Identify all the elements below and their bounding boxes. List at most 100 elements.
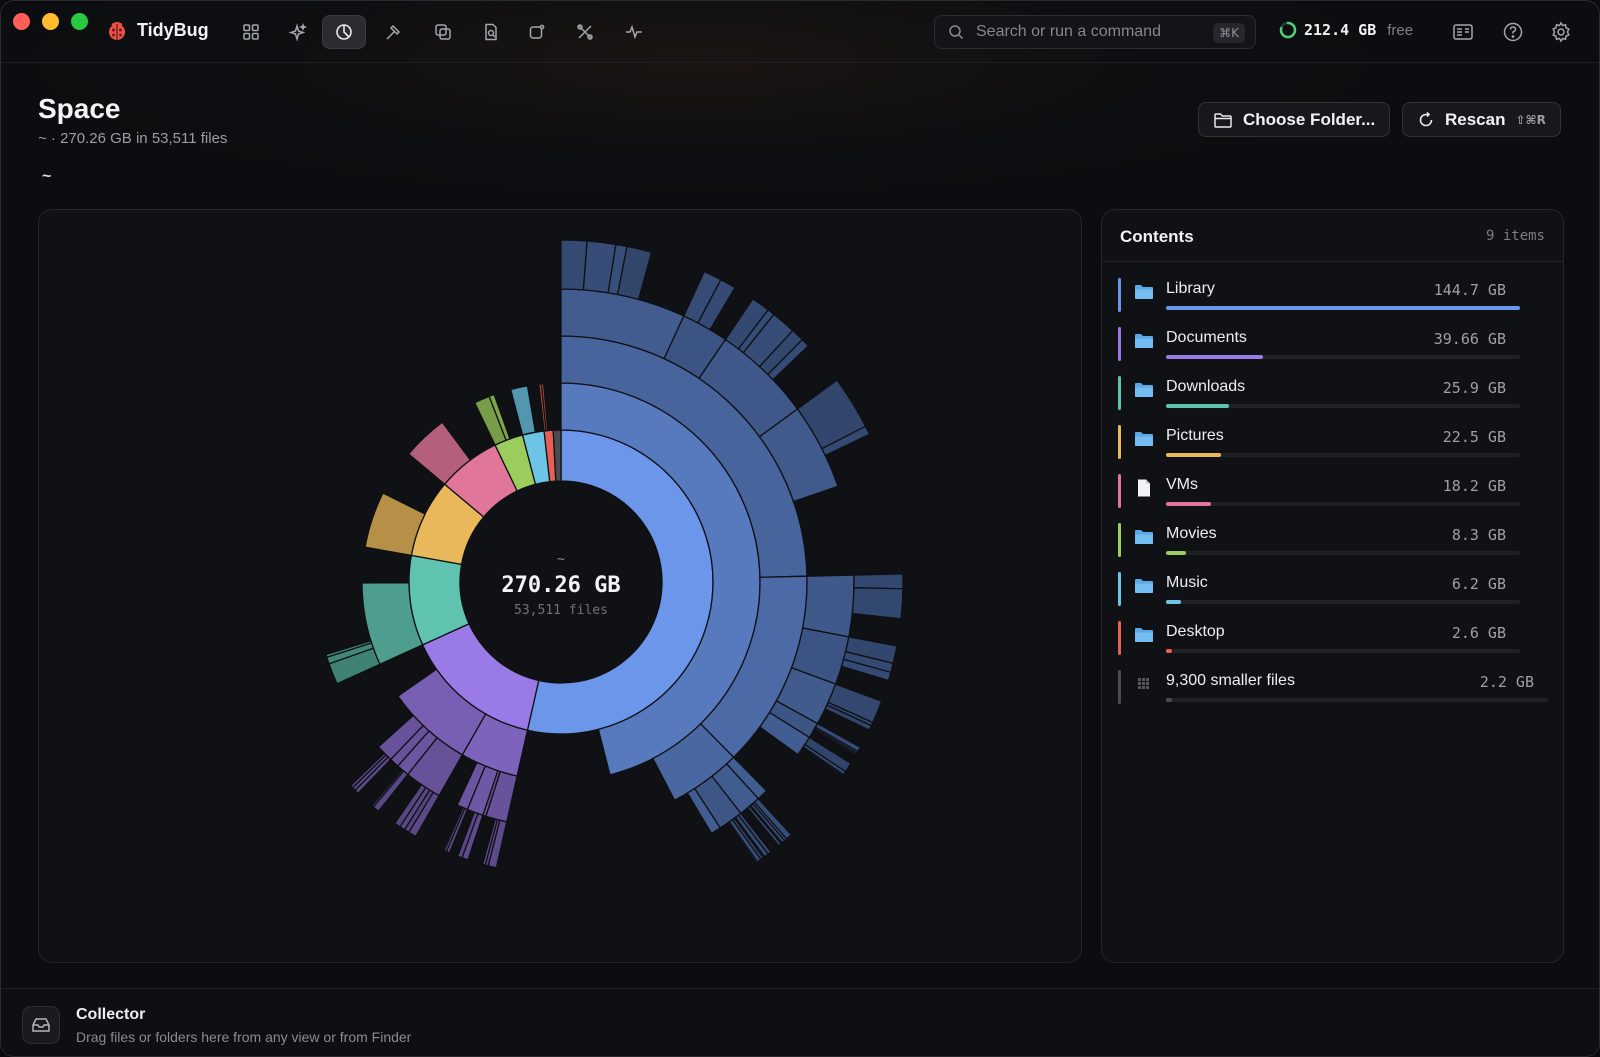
row-color-stripe <box>1118 327 1121 361</box>
chart-center-path: ~ <box>557 552 565 567</box>
folder-icon <box>1135 530 1153 544</box>
row-color-stripe <box>1118 621 1121 655</box>
row-name: Movies <box>1166 525 1217 542</box>
row-color-stripe <box>1118 670 1121 704</box>
chart-center-total: 270.26 GB <box>501 573 620 598</box>
zoom-window-button[interactable] <box>71 13 88 30</box>
row-size-bar <box>1166 698 1548 702</box>
tool-smart-clean[interactable] <box>276 15 320 49</box>
page-subtitle: ~ · 270.26 GB in 53,511 files <box>38 130 228 147</box>
contents-title: Contents <box>1120 227 1194 246</box>
folder-icon <box>1135 579 1153 593</box>
contents-row[interactable]: Library 144.7 GB <box>1118 274 1548 318</box>
choose-folder-button[interactable]: Choose Folder... <box>1198 102 1391 137</box>
row-name: 9,300 smaller files <box>1166 672 1295 689</box>
tool-uninstaller[interactable] <box>371 15 415 49</box>
sunburst-segment[interactable] <box>509 385 537 436</box>
grid-dots-icon <box>1138 678 1149 689</box>
row-size: 22.5 GB <box>1442 428 1506 446</box>
collector-title: Collector <box>76 1006 146 1023</box>
row-size-bar-fill <box>1166 649 1173 653</box>
row-name: Documents <box>1166 329 1247 346</box>
row-size-bar <box>1166 404 1520 408</box>
search-input[interactable] <box>976 23 1206 41</box>
sparkle-icon <box>288 22 308 42</box>
sunburst-segment[interactable] <box>801 574 855 638</box>
row-name: Library <box>1166 280 1215 297</box>
sidebar-toggle-icon[interactable] <box>1451 20 1475 44</box>
row-size-bar-fill <box>1166 698 1172 702</box>
contents-row[interactable]: Downloads 25.9 GB <box>1118 372 1548 416</box>
folder-icon <box>1135 334 1153 348</box>
sunburst-segment[interactable] <box>372 769 409 813</box>
tool-space[interactable] <box>322 15 366 49</box>
row-size: 25.9 GB <box>1442 379 1506 397</box>
activity-icon <box>626 24 642 40</box>
tool-maintenance[interactable] <box>563 15 607 49</box>
page-title: Space <box>38 93 121 124</box>
sunburst-segment[interactable] <box>851 587 904 620</box>
tool-monitor[interactable] <box>612 15 656 49</box>
close-window-button[interactable] <box>13 13 30 30</box>
folder-icon <box>1135 285 1153 299</box>
row-color-stripe <box>1118 278 1121 312</box>
tool-duplicates[interactable] <box>421 15 465 49</box>
breadcrumb[interactable]: ~ <box>42 168 51 186</box>
tool-apps[interactable] <box>515 15 559 49</box>
row-size-bar <box>1166 502 1520 506</box>
contents-row[interactable]: VMs 18.2 GB <box>1118 470 1548 514</box>
sunburst-chart[interactable]: ~ 270.26 GB 53,511 files <box>39 210 1083 964</box>
folder-outline-icon <box>1214 112 1232 128</box>
collector-dropzone[interactable]: Collector Drag files or folders here fro… <box>1 988 1599 1056</box>
sunburst-segment[interactable] <box>351 753 389 792</box>
rescan-label: Rescan <box>1445 109 1506 129</box>
contents-row[interactable]: Pictures 22.5 GB <box>1118 421 1548 465</box>
rescan-button[interactable]: Rescan ⇧⌘R <box>1402 102 1561 137</box>
row-size-bar-fill <box>1166 551 1187 555</box>
minimize-window-button[interactable] <box>42 13 59 30</box>
contents-row[interactable]: Documents 39.66 GB <box>1118 323 1548 367</box>
refresh-icon <box>1419 111 1433 126</box>
contents-row[interactable]: Movies 8.3 GB <box>1118 519 1548 563</box>
tool-large-files[interactable] <box>469 15 513 49</box>
grid-icon <box>243 24 259 40</box>
report-icon <box>485 23 497 41</box>
contents-row[interactable]: Desktop 2.6 GB <box>1118 617 1548 661</box>
row-name: VMs <box>1166 476 1198 493</box>
row-size-bar-fill <box>1166 600 1182 604</box>
file-icon <box>1138 479 1150 497</box>
app-brand: TidyBug <box>107 20 209 41</box>
row-size: 144.7 GB <box>1433 281 1506 299</box>
row-size-bar-fill <box>1166 453 1222 457</box>
contents-row[interactable]: Music 6.2 GB <box>1118 568 1548 612</box>
row-size: 6.2 GB <box>1451 575 1506 593</box>
tool-dashboard[interactable] <box>229 15 273 49</box>
row-size-bar-fill <box>1166 306 1520 310</box>
pie-chart-icon <box>336 24 352 40</box>
row-color-stripe <box>1118 474 1121 508</box>
sunburst-segment[interactable] <box>370 768 405 808</box>
folder-icon <box>1135 628 1153 642</box>
sunburst-segment[interactable] <box>560 239 588 291</box>
row-size-bar-fill <box>1166 355 1264 359</box>
sunburst-segment[interactable] <box>853 573 904 590</box>
settings-gear-icon[interactable] <box>1549 20 1573 44</box>
command-search[interactable]: ⌘K <box>934 15 1256 49</box>
row-size-bar <box>1166 649 1520 653</box>
row-size: 2.6 GB <box>1451 624 1506 642</box>
title-bar: TidyBug Search or run a command ⌘K 212.4… <box>1 1 1599 63</box>
contents-row[interactable]: 9,300 smaller files 2.2 GB <box>1118 666 1548 710</box>
row-size-bar-fill <box>1166 502 1211 506</box>
row-size-bar <box>1166 600 1520 604</box>
free-space-indicator[interactable]: 212.4 GB free <box>1279 21 1413 39</box>
row-color-stripe <box>1118 523 1121 557</box>
folder-icon <box>1135 383 1153 397</box>
row-color-stripe <box>1118 572 1121 606</box>
contents-header: Contents 9 items <box>1102 210 1563 262</box>
row-size-bar-fill <box>1166 404 1230 408</box>
help-icon[interactable] <box>1501 20 1525 44</box>
row-size: 18.2 GB <box>1442 477 1506 495</box>
row-size-bar <box>1166 453 1520 457</box>
chart-center-files: 53,511 files <box>514 603 608 618</box>
row-name: Pictures <box>1166 427 1224 444</box>
